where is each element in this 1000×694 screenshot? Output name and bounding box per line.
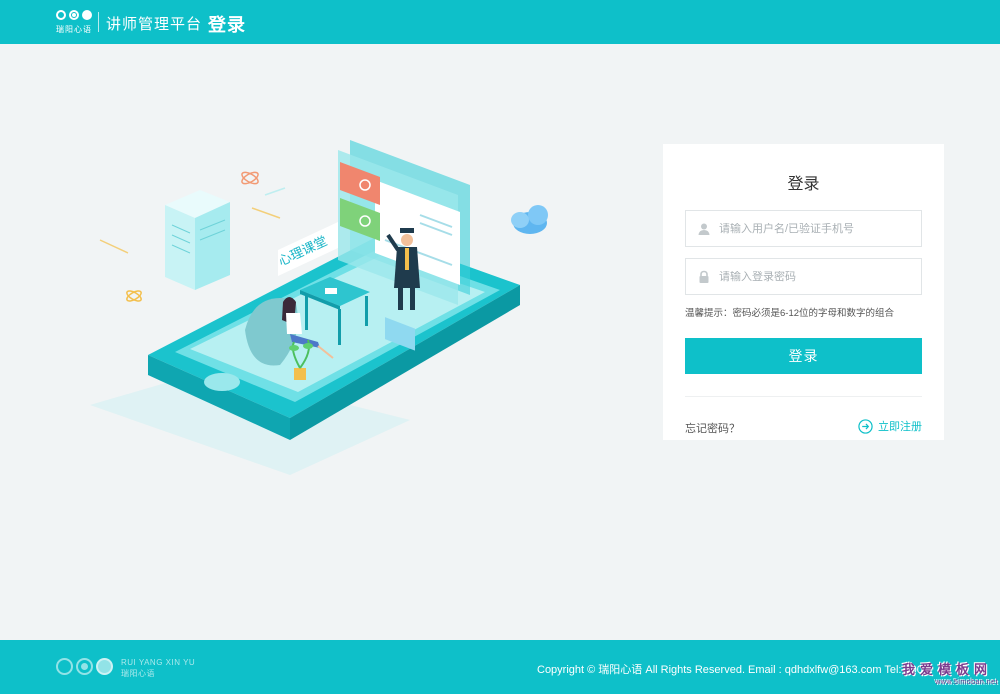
footer: RUI YANG XIN YU 瑞阳心语 Copyright © 瑞阳心语 Al… bbox=[0, 640, 1000, 694]
card-divider bbox=[685, 396, 922, 397]
header-logo[interactable]: 瑞阳心语 bbox=[56, 8, 92, 36]
logo-circles-icon bbox=[56, 8, 92, 22]
password-input[interactable] bbox=[719, 270, 909, 283]
username-field[interactable] bbox=[685, 210, 922, 247]
password-field[interactable] bbox=[685, 258, 922, 295]
footer-brand-en: RUI YANG XIN YU bbox=[121, 658, 196, 667]
phone-home-button bbox=[204, 373, 240, 391]
watermark-url: www.5imoban.net bbox=[935, 679, 998, 686]
atom-icon bbox=[241, 171, 259, 185]
login-title: 登录 bbox=[787, 176, 820, 193]
copyright-text: Copyright © 瑞阳心语 All Rights Reserved. Em… bbox=[537, 664, 933, 676]
footer-logo-icon bbox=[56, 658, 113, 675]
register-link[interactable]: 立即注册 bbox=[858, 418, 922, 434]
cloud-icon bbox=[511, 205, 548, 234]
atom-icon bbox=[126, 290, 142, 302]
platform-name: 讲师管理平台 bbox=[106, 16, 203, 33]
arrow-right-circle-icon bbox=[858, 418, 873, 434]
footer-brand-cn: 瑞阳心语 bbox=[121, 669, 155, 678]
top-header: 瑞阳心语 讲师管理平台 登录 bbox=[0, 0, 1000, 44]
header-divider bbox=[98, 12, 99, 32]
site-watermark: 我爱模板网 www.5imoban.net bbox=[902, 659, 998, 693]
password-hint: 温馨提示：密码必须是6-12位的字母和数字的组合 bbox=[685, 308, 895, 319]
register-label: 立即注册 bbox=[878, 421, 922, 433]
login-button[interactable]: 登录 bbox=[685, 338, 922, 374]
book-icon bbox=[165, 190, 230, 290]
username-input[interactable] bbox=[719, 222, 909, 235]
footer-brand: RUI YANG XIN YU 瑞阳心语 bbox=[121, 657, 195, 679]
watermark-text: 我爱模板网 bbox=[902, 662, 993, 677]
forgot-password-link[interactable]: 忘记密码？ bbox=[685, 420, 740, 436]
lock-icon bbox=[699, 270, 709, 283]
logo-text: 瑞阳心语 bbox=[56, 25, 92, 34]
page-title: 登录 bbox=[208, 15, 246, 35]
user-icon bbox=[698, 223, 710, 235]
hero-illustration: 心理课堂 bbox=[90, 140, 548, 475]
login-card: 登录 温馨提示：密码必须是6-12位的字母和数字的组合 登录 忘记密码？ 立即注… bbox=[663, 144, 944, 440]
